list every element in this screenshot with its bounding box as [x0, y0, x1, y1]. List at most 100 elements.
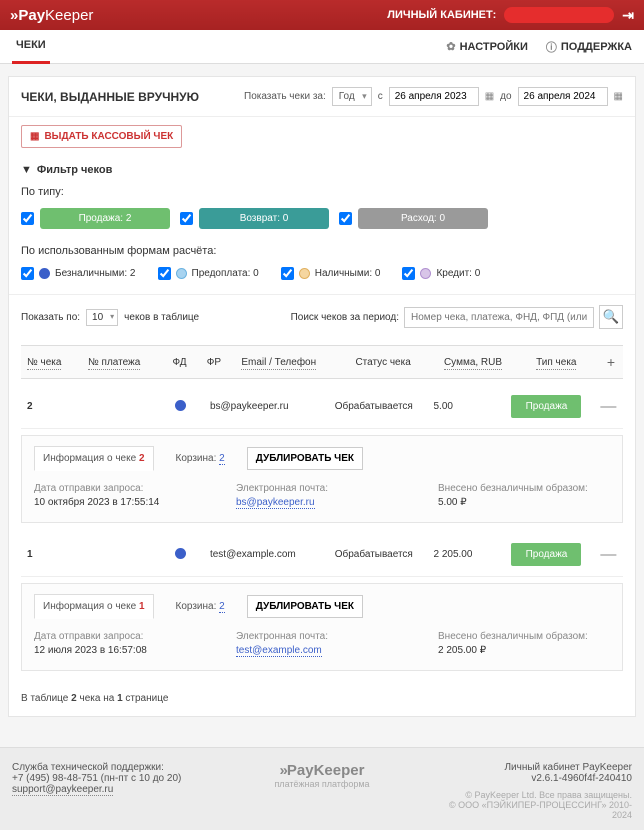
period-select[interactable]: Год: [332, 87, 372, 106]
main-panel: ЧЕКИ, ВЫДАННЫЕ ВРУЧНУЮ Показать чеки за:…: [8, 76, 636, 717]
cell-pay: [71, 533, 133, 577]
email-link[interactable]: bs@paykeeper.ru: [236, 497, 315, 509]
col-email[interactable]: Email / Телефон: [235, 346, 349, 379]
by-type-label: По типу:: [9, 180, 635, 202]
app-header: » PayKeeper ЛИЧНЫЙ КАБИНЕТ: ⇥: [0, 0, 644, 30]
detail-tab-info[interactable]: Информация о чеке 1: [34, 594, 154, 619]
calendar-icon[interactable]: ▦: [485, 91, 494, 102]
type-filter-row: Продажа: 2 Возврат: 0 Расход: 0: [9, 202, 635, 239]
filter-icon: ▼: [21, 164, 32, 176]
table-row: 2 bs@paykeeper.ru Обрабатывается 5.00 Пр…: [21, 385, 623, 429]
by-payment-label: По использованным формам расчёта:: [9, 239, 635, 261]
issue-receipt-button[interactable]: ▦ ВЫДАТЬ КАССОВЫЙ ЧЕК: [21, 125, 182, 148]
search-input[interactable]: [404, 307, 594, 328]
search-button[interactable]: 🔍: [599, 305, 623, 329]
filter-heading: ▼ Фильтр чеков: [9, 156, 635, 180]
type-sale-pill[interactable]: Продажа: 2: [40, 208, 170, 229]
tab-cheki[interactable]: ЧЕКИ: [12, 30, 50, 64]
type-badge: Продажа: [511, 395, 581, 418]
table-footer: В таблице 2 чека на 1 странице: [9, 681, 635, 716]
info-icon: ⓘ: [546, 39, 557, 55]
brand-logo: » PayKeeper: [10, 7, 93, 24]
pay-cash-checkbox[interactable]: [281, 267, 294, 280]
cell-num: 1: [21, 533, 71, 577]
footer-legal: Личный кабинет PayKeeper v2.6.1-4960f4f-…: [439, 762, 632, 820]
calendar-icon[interactable]: ▦: [614, 91, 623, 102]
row-detail: Информация о чеке 2 Корзина: 2 ДУБЛИРОВА…: [21, 435, 623, 523]
chevrons-icon: »: [280, 762, 285, 779]
col-status[interactable]: Статус чека: [349, 346, 438, 379]
receipts-table: № чека № платежа ФД ФР Email / Телефон С…: [21, 345, 623, 379]
type-expense-checkbox[interactable]: [339, 212, 352, 225]
type-return-pill[interactable]: Возврат: 0: [199, 208, 329, 229]
pay-cashless-checkbox[interactable]: [21, 267, 34, 280]
chevrons-icon: »: [10, 7, 15, 24]
page-footer: Служба технической поддержки: +7 (495) 9…: [0, 747, 644, 830]
type-badge: Продажа: [511, 543, 581, 566]
logout-icon[interactable]: ⇥: [622, 7, 634, 24]
col-fr[interactable]: ФР: [201, 346, 236, 379]
cabinet-label: ЛИЧНЫЙ КАБИНЕТ:: [387, 9, 496, 21]
payment-filter-row: Безналичными: 2 Предоплата: 0 Наличными:…: [9, 261, 635, 294]
expand-all-button[interactable]: +: [599, 346, 623, 379]
col-sum[interactable]: Сумма, RUB: [438, 346, 530, 379]
col-type[interactable]: Тип чека: [530, 346, 599, 379]
actions-row: ▦ ВЫДАТЬ КАССОВЫЙ ЧЕК: [9, 117, 635, 156]
top-nav: ЧЕКИ ✿НАСТРОЙКИ ⓘПОДДЕРЖКА: [0, 30, 644, 64]
detail-tab-cart[interactable]: Корзина: 2: [168, 595, 233, 618]
col-num[interactable]: № чека: [21, 346, 82, 379]
cell-status: Обрабатывается: [329, 385, 428, 429]
table-row: 1 test@example.com Обрабатывается 2 205.…: [21, 533, 623, 577]
dot-icon: [39, 268, 50, 279]
date-to-input[interactable]: [518, 87, 608, 106]
dot-icon: [299, 268, 310, 279]
nav-support[interactable]: ⓘПОДДЕРЖКА: [546, 39, 632, 55]
col-fd[interactable]: ФД: [167, 346, 201, 379]
duplicate-button[interactable]: ДУБЛИРОВАТЬ ЧЕК: [247, 595, 363, 618]
cell-email: test@example.com: [204, 533, 329, 577]
support-email-link[interactable]: support@paykeeper.ru: [12, 784, 113, 796]
brand-keeper: Keeper: [45, 7, 93, 24]
cell-fd: [133, 385, 168, 429]
col-pay[interactable]: № платежа: [82, 346, 166, 379]
detail-tab-cart[interactable]: Корзина: 2: [168, 447, 233, 470]
email-link[interactable]: test@example.com: [236, 645, 322, 657]
account-pill[interactable]: [504, 7, 614, 23]
footer-brand: »PayKeeper платёжная платформа: [225, 762, 418, 820]
cell-pay: [71, 385, 133, 429]
date-from-input[interactable]: [389, 87, 479, 106]
gear-icon: ✿: [446, 40, 455, 53]
per-page-select[interactable]: 10: [86, 309, 118, 326]
pay-prepay-checkbox[interactable]: [158, 267, 171, 280]
dot-icon: [176, 268, 187, 279]
row-detail: Информация о чеке 1 Корзина: 2 ДУБЛИРОВА…: [21, 583, 623, 671]
row-collapse-button[interactable]: —: [594, 385, 623, 429]
dot-icon: [420, 268, 431, 279]
search-label: Поиск чеков за период:: [291, 312, 399, 323]
title-bar: ЧЕКИ, ВЫДАННЫЕ ВРУЧНУЮ Показать чеки за:…: [9, 77, 635, 117]
search-icon: 🔍: [603, 309, 620, 325]
pay-credit-checkbox[interactable]: [402, 267, 415, 280]
type-sale-checkbox[interactable]: [21, 212, 34, 225]
row-collapse-button[interactable]: —: [594, 533, 623, 577]
cell-sum: 2 205.00: [428, 533, 506, 577]
cell-sum: 5.00: [428, 385, 506, 429]
fr-dot-icon: [175, 400, 186, 411]
cell-fd: [133, 533, 168, 577]
type-expense-pill[interactable]: Расход: 0: [358, 208, 488, 229]
page-title: ЧЕКИ, ВЫДАННЫЕ ВРУЧНУЮ: [21, 90, 199, 104]
range-label: Показать чеки за:: [244, 91, 326, 102]
detail-tab-info[interactable]: Информация о чеке 2: [34, 446, 154, 471]
nav-settings[interactable]: ✿НАСТРОЙКИ: [446, 39, 528, 55]
brand-pay: Pay: [18, 7, 45, 24]
date-range: Показать чеки за: Год с ▦ до ▦: [244, 87, 623, 106]
type-return-checkbox[interactable]: [180, 212, 193, 225]
footer-support: Служба технической поддержки: +7 (495) 9…: [12, 762, 205, 820]
duplicate-button[interactable]: ДУБЛИРОВАТЬ ЧЕК: [247, 447, 363, 470]
cell-email: bs@paykeeper.ru: [204, 385, 329, 429]
qr-icon: ▦: [30, 131, 39, 142]
fr-dot-icon: [175, 548, 186, 559]
table-controls: Показать по: 10 чеков в таблице Поиск че…: [9, 294, 635, 339]
cell-num: 2: [21, 385, 71, 429]
cell-status: Обрабатывается: [329, 533, 428, 577]
